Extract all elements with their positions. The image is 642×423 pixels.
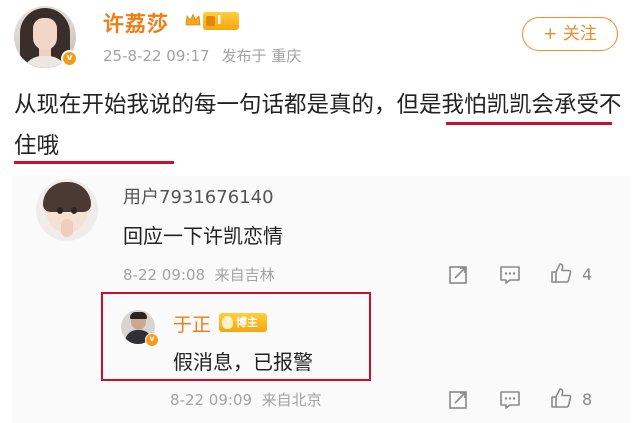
comment-icon[interactable] [499, 389, 521, 411]
level-badge[interactable]: I [203, 12, 239, 30]
post-date: 25-8-22 09:17 [103, 47, 210, 65]
verified-icon: v [145, 333, 159, 347]
post-body-text: 从现在开始我说的每一句话都是真的， [14, 92, 397, 118]
poster-username[interactable]: 许荔莎 [103, 8, 169, 38]
comment-text: 回应一下许凯恋情 [123, 224, 283, 248]
post-location: 发布于 重庆 [221, 47, 302, 65]
verified-icon: v [61, 50, 78, 67]
reply-text: 假消息，已报警 [173, 350, 313, 374]
comment-date: 8-22 09:08 [123, 266, 206, 284]
reply-like-count: 8 [582, 390, 593, 409]
comment-location: 来自吉林 [214, 266, 275, 284]
blogger-badge: 博主 [219, 313, 267, 332]
reply-meta: 8-22 09:09 来自北京 [170, 389, 322, 410]
comment-meta: 8-22 09:08 来自吉林 [123, 264, 275, 285]
crown-icon [185, 13, 201, 26]
comment-like-count: 4 [582, 265, 593, 284]
reply-location: 来自北京 [261, 391, 322, 409]
reply-date: 8-22 09:09 [170, 391, 253, 409]
post-body: 从现在开始我说的每一句话都是真的，但是我怕凯凯会承受不住哦 [14, 85, 634, 167]
highlight-underline [446, 122, 612, 125]
highlight-underline [14, 161, 174, 164]
commenter-username[interactable]: 用户7931676140 [123, 183, 274, 209]
like-icon[interactable] [550, 387, 572, 409]
like-icon[interactable] [550, 262, 572, 284]
follow-button[interactable]: + 关注 [522, 17, 618, 51]
post-meta: 25-8-22 09:17 发布于 重庆 [103, 45, 313, 66]
comment-icon[interactable] [499, 264, 521, 286]
reply-username[interactable]: 于正 [173, 310, 211, 337]
share-icon[interactable] [448, 264, 470, 286]
commenter-avatar[interactable] [36, 179, 98, 241]
share-icon[interactable] [448, 389, 470, 411]
